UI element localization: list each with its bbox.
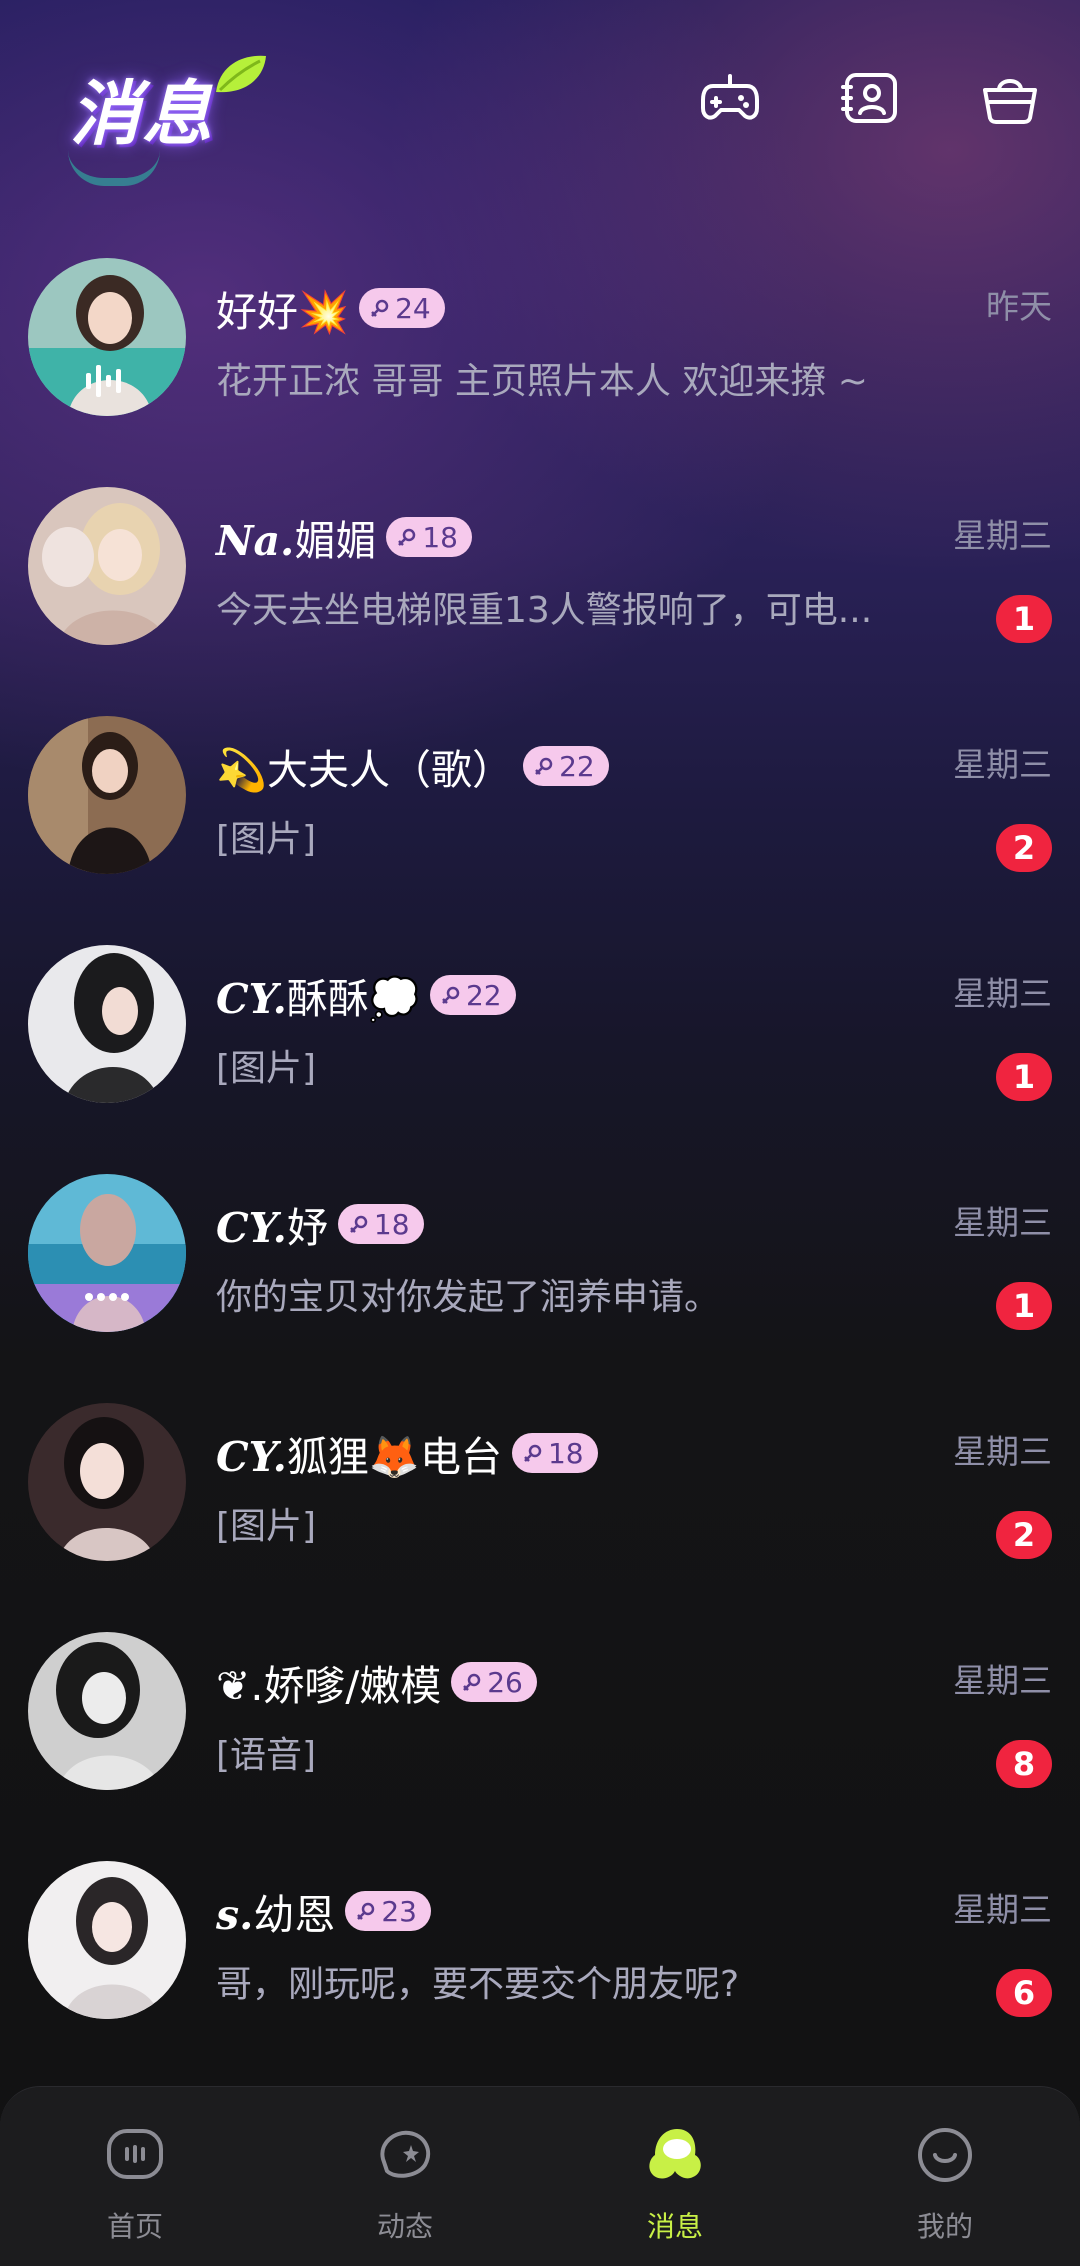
contact-name: CY.妤 bbox=[216, 1204, 328, 1252]
avatar[interactable] bbox=[28, 716, 186, 874]
contact-name: ❦.娇嗲/嫩模 bbox=[216, 1662, 442, 1710]
conversation-item[interactable]: 好好💥 24 昨天 花开正浓 哥哥 主页照片本人 欢迎来撩 ~ bbox=[0, 240, 1080, 469]
gender-female-icon bbox=[535, 757, 553, 775]
gender-female-icon bbox=[371, 299, 389, 317]
conversation-item[interactable]: 💫大夫人（歌） 22 星期三 [图片] 2 bbox=[0, 698, 1080, 927]
contacts-card-icon[interactable] bbox=[840, 68, 900, 128]
page-title-logo: 消息 bbox=[60, 52, 266, 162]
message-time: 星期三 bbox=[953, 1203, 1052, 1242]
conversation-list: 好好💥 24 昨天 花开正浓 哥哥 主页照片本人 欢迎来撩 ~ Na.媚媚 18… bbox=[0, 240, 1080, 2072]
messages-icon bbox=[649, 2129, 701, 2179]
message-preview: 你的宝贝对你发起了润养申请。 bbox=[216, 1277, 721, 1318]
profile-icon bbox=[918, 2128, 972, 2182]
message-time: 昨天 bbox=[986, 287, 1052, 326]
bottom-tab-bar: 首页 动态 消息 我的 bbox=[0, 2086, 1080, 2266]
contact-name: 好好💥 bbox=[216, 288, 350, 336]
level-badge: 18 bbox=[386, 517, 472, 557]
avatar[interactable] bbox=[28, 945, 186, 1103]
contact-name: CY.狐狸🦊电台 bbox=[216, 1433, 502, 1481]
level-badge: 22 bbox=[523, 746, 609, 786]
message-preview: 今天去坐电梯限重13人警报响了，可电... bbox=[216, 590, 873, 631]
avatar[interactable] bbox=[28, 1174, 186, 1332]
gender-female-icon bbox=[350, 1215, 368, 1233]
gender-female-icon bbox=[442, 986, 460, 1004]
page-title: 消息 bbox=[70, 73, 214, 155]
unread-badge: 8 bbox=[996, 1740, 1052, 1788]
game-controller-icon[interactable] bbox=[700, 68, 760, 128]
level-badge: 18 bbox=[337, 1204, 424, 1244]
avatar[interactable] bbox=[28, 258, 186, 416]
contact-name: s.幼恩 bbox=[216, 1891, 336, 1939]
previous-item-edge bbox=[68, 150, 160, 186]
gender-female-icon bbox=[463, 1673, 481, 1691]
unread-badge: 2 bbox=[996, 824, 1052, 872]
message-time: 星期三 bbox=[953, 1432, 1052, 1471]
leaf-icon bbox=[216, 55, 266, 93]
conversation-item[interactable]: CY.酥酥💭 22 星期三 [图片] 1 bbox=[0, 927, 1080, 1156]
tab-profile-label: 我的 bbox=[916, 2210, 973, 2243]
tab-home[interactable]: 首页 bbox=[65, 2123, 205, 2245]
message-time: 星期三 bbox=[953, 974, 1052, 1013]
tab-moments[interactable]: 动态 bbox=[335, 2123, 475, 2245]
gender-female-icon bbox=[357, 1902, 375, 1920]
conversation-item[interactable]: Na.媚媚 18 星期三 今天去坐电梯限重13人警报响了，可电... 1 bbox=[0, 469, 1080, 698]
message-preview: [语音] bbox=[216, 1735, 317, 1776]
message-preview: 花开正浓 哥哥 主页照片本人 欢迎来撩 ~ bbox=[216, 361, 868, 402]
conversation-item[interactable]: ❦.娇嗲/嫩模 26 星期三 [语音] 8 bbox=[0, 1614, 1080, 1843]
voice-wave-icon bbox=[28, 1262, 186, 1332]
level-badge: 26 bbox=[451, 1662, 537, 1702]
conversation-item[interactable]: s.幼恩 23 星期三 哥，刚玩呢，要不要交个朋友呢? 6 bbox=[0, 1843, 1080, 2072]
contact-name: 💫大夫人（歌） bbox=[216, 746, 514, 794]
conversation-item[interactable]: CY.妤 18 星期三 你的宝贝对你发起了润养申请。 1 bbox=[0, 1156, 1080, 1385]
tab-profile[interactable]: 我的 bbox=[875, 2123, 1015, 2245]
tab-messages-label: 消息 bbox=[646, 2210, 703, 2243]
message-preview: [图片] bbox=[216, 1506, 317, 1547]
unread-badge: 1 bbox=[996, 595, 1052, 643]
message-preview: [图片] bbox=[216, 819, 317, 860]
avatar[interactable] bbox=[28, 1632, 186, 1790]
tab-moments-label: 动态 bbox=[376, 2210, 433, 2243]
contact-name: Na.媚媚 bbox=[216, 517, 377, 565]
level-badge: 23 bbox=[345, 1891, 431, 1931]
gender-female-icon bbox=[524, 1444, 542, 1462]
conversation-item[interactable]: CY.狐狸🦊电台 18 星期三 [图片] 2 bbox=[0, 1385, 1080, 1614]
level-badge: 22 bbox=[429, 975, 516, 1015]
avatar[interactable] bbox=[28, 1861, 186, 2019]
message-time: 星期三 bbox=[953, 745, 1052, 784]
unread-badge: 1 bbox=[996, 1053, 1052, 1101]
avatar[interactable] bbox=[28, 1403, 186, 1561]
shop-basket-icon[interactable] bbox=[980, 68, 1040, 128]
message-preview: [图片] bbox=[216, 1048, 317, 1089]
tab-home-label: 首页 bbox=[106, 2210, 163, 2243]
level-badge: 18 bbox=[511, 1433, 598, 1473]
tab-messages[interactable]: 消息 bbox=[605, 2123, 745, 2245]
message-preview: 哥，刚玩呢，要不要交个朋友呢? bbox=[216, 1964, 740, 2005]
message-time: 星期三 bbox=[953, 516, 1052, 555]
unread-badge: 1 bbox=[996, 1282, 1052, 1330]
home-icon bbox=[107, 2129, 163, 2179]
avatar[interactable] bbox=[28, 487, 186, 645]
unread-badge: 2 bbox=[996, 1511, 1052, 1559]
unread-badge: 6 bbox=[996, 1969, 1052, 2017]
moments-icon bbox=[380, 2130, 431, 2178]
message-time: 星期三 bbox=[953, 1661, 1052, 1700]
contact-name: CY.酥酥💭 bbox=[216, 975, 420, 1023]
level-badge: 24 bbox=[359, 288, 445, 328]
header: 消息 bbox=[0, 0, 1080, 186]
gender-female-icon bbox=[398, 528, 416, 546]
voice-wave-icon bbox=[28, 346, 186, 416]
message-time: 星期三 bbox=[953, 1890, 1052, 1929]
